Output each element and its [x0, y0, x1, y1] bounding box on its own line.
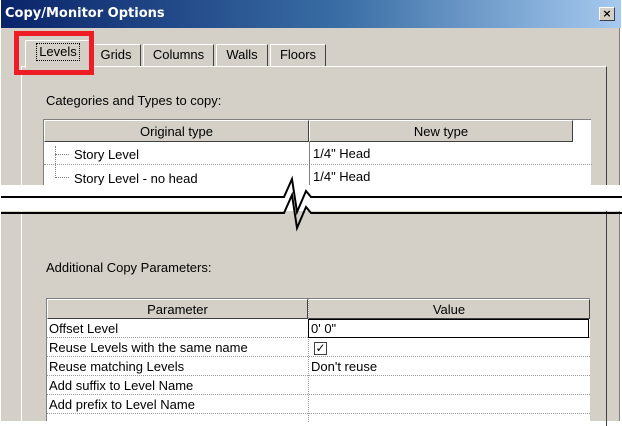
break-line-graphic	[1, 175, 622, 232]
column-header-parameter[interactable]: Parameter	[47, 299, 308, 319]
tab-columns[interactable]: Columns	[143, 44, 214, 66]
parameter-name: Reuse matching Levels	[49, 359, 185, 374]
copy-monitor-dialog: Copy/Monitor Options × Levels Grids Colu…	[0, 0, 622, 426]
close-button[interactable]: ×	[599, 7, 615, 21]
column-header-value[interactable]: Value	[308, 299, 590, 319]
parameter-name: Add suffix to Level Name	[49, 378, 194, 393]
tab-walls[interactable]: Walls	[216, 44, 268, 66]
window-title: Copy/Monitor Options	[5, 6, 165, 21]
new-type-cell[interactable]: 1/4" Head	[313, 146, 370, 161]
table-row[interactable]: Add prefix to Level Name	[47, 395, 590, 414]
parameter-name: Add prefix to Level Name	[49, 397, 195, 412]
reuse-levels-checkbox[interactable]: ✓	[314, 342, 327, 355]
offset-level-value: 0' 0"	[311, 321, 337, 336]
offset-level-input[interactable]: 0' 0"	[308, 319, 589, 338]
parameter-name: Reuse Levels with the same name	[49, 340, 248, 355]
column-header-new-type[interactable]: New type	[309, 120, 573, 142]
tree-branch	[55, 154, 69, 155]
table-row[interactable]: Add suffix to Level Name	[47, 376, 590, 395]
params-table: Parameter Value Offset Level 0' 0" Reuse…	[46, 298, 590, 422]
tab-grids[interactable]: Grids	[91, 44, 141, 66]
levels-tab-highlight	[14, 31, 94, 75]
reuse-matching-value[interactable]: Don't reuse	[311, 359, 377, 374]
categories-label: Categories and Types to copy:	[46, 93, 222, 108]
column-header-original-type[interactable]: Original type	[44, 120, 309, 142]
additional-params-label: Additional Copy Parameters:	[46, 260, 212, 275]
original-type-cell[interactable]: Story Level	[74, 147, 139, 162]
title-bar: Copy/Monitor Options ×	[1, 0, 621, 28]
table-row[interactable]: Reuse matching Levels Don't reuse	[47, 357, 590, 376]
parameter-name: Offset Level	[49, 321, 119, 336]
tab-floors[interactable]: Floors	[270, 44, 326, 66]
